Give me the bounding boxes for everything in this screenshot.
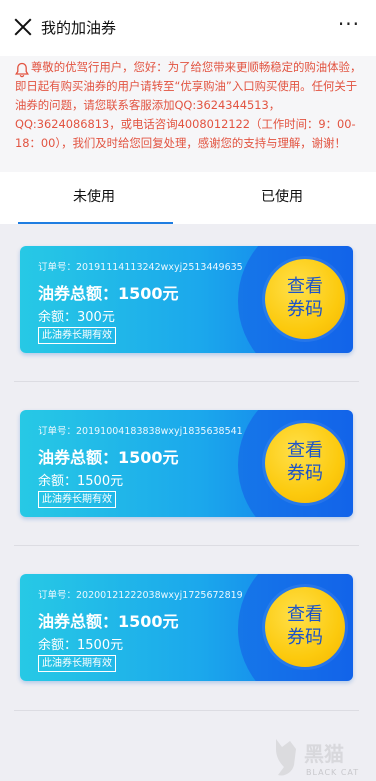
coupon-card: 订单号：20200121222038wxyj1725672819 油券总额：15… (20, 574, 353, 681)
view-code-button[interactable]: 查看 券码 (265, 423, 345, 503)
coupon-balance: 余额：1500元 (38, 638, 124, 653)
validity-badge: 此油券长期有效 (38, 327, 116, 344)
more-options-button[interactable]: ··· (338, 13, 360, 35)
view-code-label-line2: 券码 (287, 299, 323, 320)
tab-unused[interactable]: 未使用 (0, 172, 188, 222)
view-code-button[interactable]: 查看 券码 (265, 587, 345, 667)
view-code-label-line1: 查看 (287, 440, 323, 461)
coupon-card: 订单号：20191114113242wxyj2513449635 油券总额：15… (20, 246, 353, 353)
order-number: 订单号：20191004183838wxyj1835638541 (38, 426, 243, 437)
divider (14, 545, 359, 546)
svg-text:BLACK CAT: BLACK CAT (306, 768, 359, 777)
coupon-total: 油券总额：1500元 (38, 448, 179, 467)
view-code-label-line2: 券码 (287, 627, 323, 648)
black-cat-watermark-logo: 黑猫 BLACK CAT (276, 739, 359, 777)
view-code-label-line1: 查看 (287, 604, 323, 625)
tab-bar: 未使用 已使用 (0, 172, 376, 224)
divider (14, 710, 359, 711)
order-number: 订单号：20191114113242wxyj2513449635 (38, 262, 243, 273)
notice-banner: 尊敬的优驾行用户，您好：为了给您带来更顺畅稳定的购油体验，即日起有购买油券的用户… (0, 56, 376, 172)
coupon-balance: 余额：1500元 (38, 474, 124, 489)
view-code-label-line2: 券码 (287, 463, 323, 484)
divider (14, 381, 359, 382)
validity-badge: 此油券长期有效 (38, 491, 116, 508)
coupon-card-body: 订单号：20191114113242wxyj2513449635 油券总额：15… (20, 246, 353, 353)
coupon-total: 油券总额：1500元 (38, 612, 179, 631)
order-number: 订单号：20200121222038wxyj1725672819 (38, 590, 243, 601)
coupon-card-body: 订单号：20191004183838wxyj1835638541 油券总额：15… (20, 410, 353, 517)
coupon-balance: 余额：300元 (38, 310, 115, 325)
tab-used[interactable]: 已使用 (188, 172, 376, 222)
coupon-total: 油券总额：1500元 (38, 284, 179, 303)
coupon-card: 订单号：20191004183838wxyj1835638541 油券总额：15… (20, 410, 353, 517)
close-icon[interactable] (14, 18, 32, 36)
page-title: 我的加油券 (41, 19, 117, 37)
view-code-label-line1: 查看 (287, 276, 323, 297)
svg-text:黑猫: 黑猫 (304, 742, 344, 766)
top-bar: 我的加油券 ··· (0, 0, 376, 56)
validity-badge: 此油券长期有效 (38, 655, 116, 672)
notice-text: 尊敬的优驾行用户，您好：为了给您带来更顺畅稳定的购油体验，即日起有购买油券的用户… (15, 60, 362, 150)
coupon-card-body: 订单号：20200121222038wxyj1725672819 油券总额：15… (20, 574, 353, 681)
view-code-button[interactable]: 查看 券码 (265, 259, 345, 339)
active-tab-indicator (18, 222, 173, 224)
